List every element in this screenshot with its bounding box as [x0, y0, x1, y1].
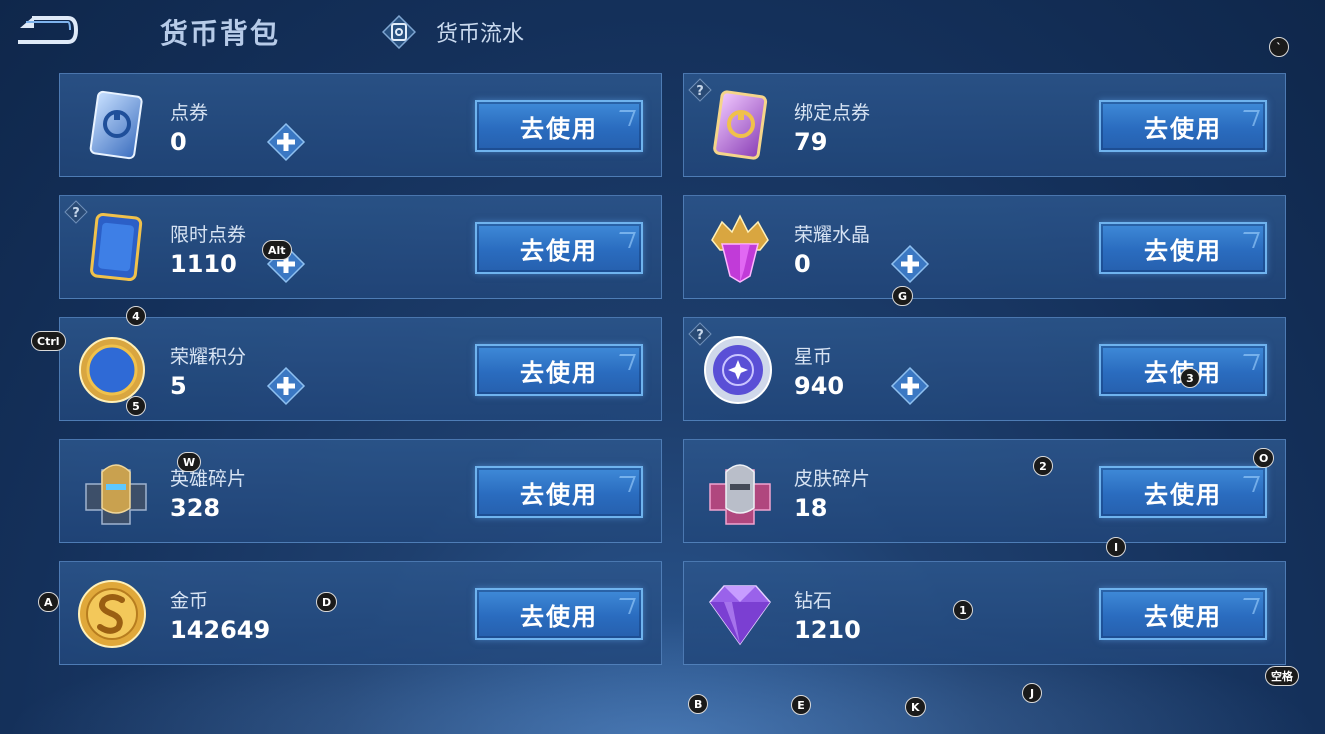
currency-amount: 79: [794, 128, 828, 156]
use-button[interactable]: 去使用: [475, 466, 643, 518]
currency-name: 金币: [170, 590, 209, 612]
back-arrow-icon: [18, 16, 79, 44]
currency-card-glory-points: 荣耀积分 5 去使用: [59, 317, 662, 421]
currency-card-limited-dianquan: ? 限时点券 1110 去使用: [59, 195, 662, 299]
add-plus-icon[interactable]: [266, 122, 306, 162]
star-coin-icon: [704, 336, 772, 404]
key-hint-d: D: [316, 592, 338, 612]
gold-coin-icon: [78, 580, 146, 648]
key-hint-1: 1: [953, 600, 973, 620]
currency-card-dianquan: 点券 0 去使用: [59, 73, 662, 177]
currency-amount: 1110: [170, 250, 237, 278]
currency-amount: 5: [170, 372, 187, 400]
hero-fragment-icon: [85, 464, 147, 525]
purple-ticket-icon: [713, 90, 768, 160]
currency-amount: 940: [794, 372, 845, 400]
currency-amount: 328: [170, 494, 221, 522]
currency-name: 星币: [794, 346, 833, 368]
key-hint-space: 空格: [1265, 666, 1299, 686]
currency-amount: 1210: [794, 616, 861, 644]
add-plus-icon[interactable]: [890, 366, 930, 406]
use-button[interactable]: 去使用: [1099, 222, 1267, 274]
currency-card-diamond: 钻石 1210 去使用: [683, 561, 1286, 665]
currency-card-glory-crystal: 荣耀水晶 0 去使用: [683, 195, 1286, 299]
key-hint-w: W: [177, 452, 202, 472]
key-hint-i: I: [1106, 537, 1126, 557]
currency-name: 荣耀积分: [170, 346, 247, 368]
key-hint-j: J: [1022, 683, 1042, 703]
currency-amount: 0: [170, 128, 187, 156]
use-button[interactable]: 去使用: [1099, 100, 1267, 152]
currency-amount: 18: [794, 494, 828, 522]
currency-amount: 142649: [170, 616, 271, 644]
currency-name: 点券: [170, 102, 209, 124]
glory-points-coin-icon: [79, 337, 145, 403]
currency-card-skin-fragment: 皮肤碎片 18 去使用: [683, 439, 1286, 543]
currency-card-hero-fragment: 英雄碎片 328 去使用: [59, 439, 662, 543]
use-button[interactable]: 去使用: [475, 344, 643, 396]
key-hint-k: K: [905, 697, 926, 717]
use-button[interactable]: 去使用: [475, 222, 643, 274]
currency-flow-icon: [382, 15, 416, 49]
add-plus-icon[interactable]: [890, 244, 930, 284]
glory-crystal-icon: [711, 214, 769, 283]
blue-ticket-icon: [89, 90, 143, 160]
currency-name: 绑定点券: [794, 102, 871, 124]
back-button[interactable]: [12, 12, 80, 48]
currency-name: 限时点券: [170, 224, 247, 246]
use-button[interactable]: 去使用: [475, 588, 643, 640]
key-hint-3: 3: [1180, 368, 1200, 388]
currency-flow-tab[interactable]: 货币流水: [382, 12, 524, 52]
use-button[interactable]: 去使用: [475, 100, 643, 152]
key-hint-backtick: `: [1269, 37, 1289, 57]
currency-amount: 0: [794, 250, 811, 278]
key-hint-a: A: [38, 592, 59, 612]
key-hint-4: 4: [126, 306, 146, 326]
currency-name: 钻石: [794, 590, 833, 612]
key-hint-alt: Alt: [262, 240, 292, 260]
currency-card-gold-coin: 金币 142649 去使用: [59, 561, 662, 665]
key-hint-e: E: [791, 695, 811, 715]
currency-flow-label: 货币流水: [436, 22, 525, 47]
use-button[interactable]: 去使用: [1099, 588, 1267, 640]
page-title: 货币背包: [160, 17, 281, 50]
add-plus-icon[interactable]: [266, 366, 306, 406]
diamond-icon: [709, 585, 771, 646]
use-button[interactable]: 去使用: [1099, 466, 1267, 518]
key-hint-ctrl: Ctrl: [31, 331, 66, 351]
key-hint-g: G: [892, 286, 914, 306]
currency-name: 皮肤碎片: [794, 468, 871, 490]
key-hint-b: B: [688, 694, 709, 714]
key-hint-2: 2: [1033, 456, 1053, 476]
key-hint-5: 5: [126, 396, 146, 416]
limited-time-ticket-icon: [90, 212, 143, 282]
currency-card-bound-dianquan: ? 绑定点券 79 去使用: [683, 73, 1286, 177]
key-hint-o: O: [1253, 448, 1275, 468]
currency-name: 荣耀水晶: [794, 224, 871, 246]
skin-fragment-icon: [709, 464, 771, 525]
